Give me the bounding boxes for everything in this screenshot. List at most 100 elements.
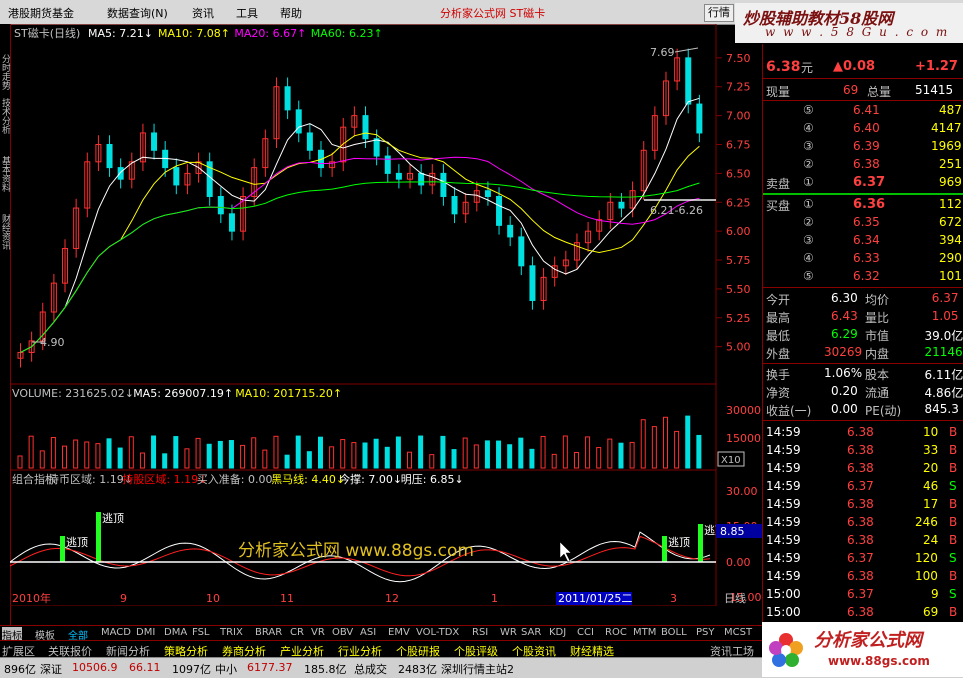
volume-bar (674, 430, 680, 469)
price-axis: 7.50 7.25 7.00 6.75 6.50 6.25 6.00 5.75 5.50 5.25… (716, 52, 751, 354)
indicator-legend: 组合指标持币区域: 1.19↓持股区域: 1.19↓买入准备: 0.00黑马线:… (12, 472, 464, 486)
volume-bar (496, 440, 502, 469)
candle-body (418, 172, 425, 186)
volume-bar (651, 426, 657, 469)
tab-fundamentals[interactable]: 基本资料 (0, 156, 10, 192)
indicator-tab-asi[interactable]: ASI (360, 627, 376, 638)
menu-item-tools[interactable]: 工具 (236, 5, 258, 21)
volume-bar (618, 442, 624, 469)
volume-bar (317, 436, 323, 469)
volume-bar (195, 437, 201, 469)
menu-item-news[interactable]: 资讯 (192, 5, 214, 21)
price-tick-7: 5.75 (726, 254, 751, 267)
indicator-tab-cr[interactable]: CR (290, 627, 304, 638)
ind-legend-item-4: 黑马线: 4.40↓ (271, 472, 345, 486)
escape-label-0: 逃顶 (66, 536, 88, 549)
ind-legend-item-5: 今撑: 7.00↓ (339, 472, 402, 486)
vol-legend-item-2: MA10: 201715.20↑ (235, 387, 342, 400)
status-item-2: 10506.9 (72, 661, 118, 674)
window-title: 分析家公式网 ST磁卡 (440, 7, 546, 20)
indicator-tab-vr[interactable]: VR (311, 627, 325, 638)
indicator-tick-0: 30.00 (726, 485, 758, 498)
volume-bar (562, 435, 568, 469)
ma60-line (20, 181, 700, 353)
kline-chart-area[interactable]: ST磁卡(日线) MA5: 7.21↓ MA10: 7.08↑ MA20: 6.67… (9, 23, 762, 607)
volume-bar (640, 419, 646, 469)
indicator-tab-cci[interactable]: CCI (577, 627, 594, 638)
brand-logo-box: 分析家公式网 www.88gs.com (762, 622, 963, 677)
volume-bar (306, 451, 312, 469)
indicator-tab-trix[interactable]: TRIX (220, 627, 243, 638)
bid-row-5: ⑤ 6.32 101 (803, 269, 962, 283)
volume-bar (429, 454, 435, 469)
volume-bar (407, 451, 413, 469)
tab-finance-news[interactable]: 财经资讯 (0, 214, 10, 250)
tick-row-0: 14:59 6.38 10 B (766, 425, 958, 439)
quote-button[interactable]: 行情 (704, 4, 734, 22)
menu-item-hk-futures[interactable]: 港股期货基金 (8, 5, 74, 21)
indicator-tab-mcst[interactable]: MCST (724, 627, 752, 638)
volume-bar (251, 437, 257, 469)
volume-bar (329, 446, 335, 469)
indicator-tab-dma[interactable]: DMA (164, 627, 187, 638)
tick-row-8: 14:59 6.38 100 B (766, 569, 958, 583)
indicator-tab-psy[interactable]: PSY (696, 627, 715, 638)
indicator-tab-wr[interactable]: WR (500, 627, 517, 638)
indicator-tab-emv[interactable]: EMV (388, 627, 410, 638)
info-tab-bar: 扩展区 关联报价 新闻分析 策略分析 券商分析 产业分析 行业分析 个股研报 个股评级 个股资讯财… (0, 640, 763, 658)
volume-bar (206, 443, 212, 469)
status-item-3: 66.11 (129, 661, 161, 674)
watermark-banner: 炒股辅助教材58股网 w w w . 5 8 G u . c o m (735, 3, 963, 43)
candle-body (362, 115, 369, 140)
indicator-tab-macd[interactable]: MACD (101, 627, 131, 638)
ask-row-4: ④ 6.40 4147 (803, 121, 962, 135)
time-label-5: 1 (491, 592, 498, 605)
volume-bar (540, 435, 546, 469)
volume-bar (696, 434, 702, 469)
tab-intraday[interactable]: 分时走势 (0, 54, 10, 90)
candle-body (117, 167, 124, 180)
menu-item-help[interactable]: 帮助 (280, 5, 302, 21)
candle-body (496, 195, 503, 226)
indicator-tab-fsl[interactable]: FSL (192, 627, 210, 638)
vol-legend-item-1: MA5: 269007.19↑ (133, 387, 233, 400)
escape-signal-bar (662, 536, 667, 562)
indicator-tab-vol-tdx[interactable]: VOL-TDX (416, 627, 459, 638)
indicator-tab-obv[interactable]: OBV (332, 627, 353, 638)
volume-bar (95, 443, 101, 469)
ma-legend-item-3: MA60: 6.23↑ (311, 27, 383, 40)
time-label-1: 9 (120, 592, 127, 605)
last-price: 6.38 (766, 59, 801, 75)
indicator-tab-boll[interactable]: BOLL (661, 627, 687, 638)
volume-bar (284, 454, 290, 469)
stats2-row-0: 换手 1.06% 股本 6.11亿 (766, 366, 963, 382)
menu-item-data-query[interactable]: 数据查询(N) (107, 5, 168, 21)
indicator-tab-mtm[interactable]: MTM (633, 627, 656, 638)
candle-body (106, 144, 113, 169)
indicator-tab-roc[interactable]: ROC (605, 627, 627, 638)
candle-body (518, 236, 525, 267)
tick-row-10: 15:00 6.38 69 B (766, 605, 958, 619)
time-axis: 2010年 9 10 11 12 1 2011/01/25二 3 日线 (12, 591, 746, 605)
mouse-cursor-icon (559, 541, 572, 563)
indicator-tab-brar[interactable]: BRAR (255, 627, 282, 638)
candle-body (217, 195, 224, 215)
indicator-tab-sar[interactable]: SAR (521, 627, 541, 638)
volume-bar (573, 451, 579, 469)
price-tick-6: 6.00 (726, 225, 751, 238)
status-item-4: 1097亿 (172, 663, 211, 676)
indicator-tab-dmi[interactable]: DMI (136, 627, 155, 638)
volume-bar (162, 453, 168, 469)
indicator-tab-rsi[interactable]: RSI (472, 627, 488, 638)
ma-legend: MA5: 7.21↓ MA10: 7.08↑ MA20: 6.67↑ MA60: 6.… (88, 27, 383, 40)
indicator-tab-kdj[interactable]: KDJ (549, 627, 566, 638)
volume-bar (507, 444, 513, 469)
bid-row-2: ② 6.35 672 (803, 215, 962, 229)
stats2-row-2: 收益(一) 0.00 PE(动) 845.3 (766, 402, 959, 418)
now-volume-label: 现量 (766, 85, 791, 99)
brand-name: 分析家公式网 (814, 630, 922, 651)
tab-technical[interactable]: 技术分析 (0, 98, 10, 134)
escape-signal-bar (698, 524, 703, 562)
candle-body (395, 172, 402, 180)
volume-legend: VOLUME: 231625.02↓ MA5: 269007.19↑ MA10: 2… (12, 387, 342, 400)
